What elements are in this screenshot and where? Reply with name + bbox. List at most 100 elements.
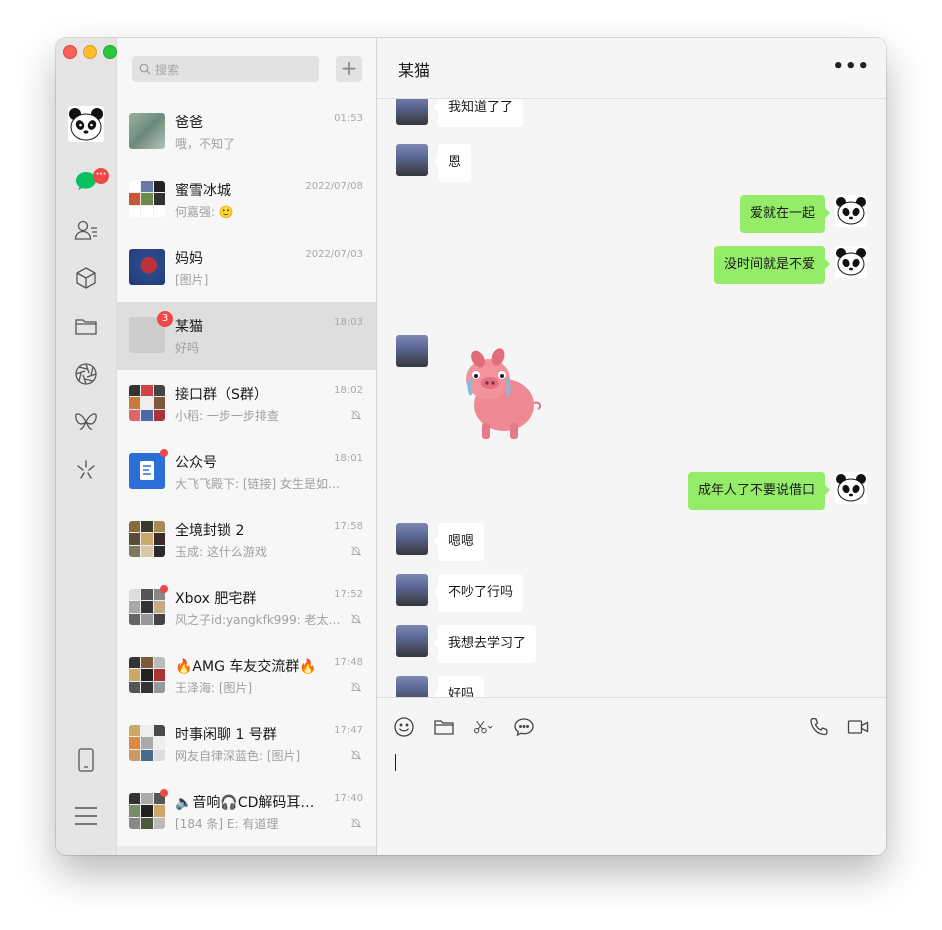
zoom-window-button[interactable]: [103, 45, 117, 59]
message-list: 我知道了了 恩 爱就在一起 没时间就是不爱 成年人了不要说借口 嗯嗯 不吵了行吗…: [377, 99, 886, 697]
sidebar-rail: ···: [56, 38, 117, 855]
message-bubble[interactable]: 我知道了了: [432, 99, 524, 127]
unread-dot: [160, 789, 168, 797]
unread-dot: [160, 585, 168, 593]
conversation-preview: 网友自律深蓝色: [图片]: [175, 749, 301, 763]
avatar: [129, 589, 165, 625]
avatar[interactable]: [396, 99, 428, 125]
conversation-time: 17:48: [334, 657, 363, 668]
conversation-time: 01:53: [334, 113, 363, 124]
avatar[interactable]: [396, 574, 428, 606]
avatar[interactable]: [396, 144, 428, 176]
chat-title: 某猫: [398, 61, 431, 80]
conversation-name: 妈妈: [175, 251, 203, 267]
conversation-preview: 大飞飞殿下: [链接] 女生是如何…: [175, 477, 345, 491]
phone-call-icon[interactable]: [808, 716, 830, 738]
mute-bell-icon: [350, 410, 362, 420]
conversation-time: 17:40: [334, 793, 363, 804]
conversation-name: 爸爸: [175, 115, 203, 131]
add-button[interactable]: +: [336, 56, 362, 82]
avatar[interactable]: [835, 246, 867, 278]
unread-dot: [160, 449, 168, 457]
chat-header: 某猫 •••: [377, 38, 886, 99]
chat-unread-badge: ···: [93, 168, 109, 184]
conversation-preview: 小稻: 一步一步排查: [175, 409, 279, 423]
list-item[interactable]: 蜜雪冰城 何嘉强: 🙂 2022/07/08: [117, 166, 376, 234]
conversation-preview: [图片]: [175, 273, 209, 287]
avatar: [129, 113, 165, 149]
avatar: [129, 385, 165, 421]
avatar: [129, 793, 165, 829]
conversation-time: 2022/07/08: [305, 181, 363, 192]
message-bubble[interactable]: 嗯嗯: [432, 523, 485, 561]
avatar[interactable]: [396, 523, 428, 555]
moments-aperture-icon[interactable]: [73, 361, 99, 387]
list-item-selected[interactable]: 3 某猫 好吗 18:03: [117, 302, 376, 370]
mute-bell-icon: [350, 546, 362, 556]
minimize-window-button[interactable]: [83, 45, 97, 59]
message-bubble[interactable]: 好吗: [432, 676, 485, 697]
list-item[interactable]: 爸爸 哦，不知了 01:53: [117, 98, 376, 166]
mute-bell-icon: [350, 818, 362, 828]
message-bubble[interactable]: 不吵了行吗: [432, 574, 524, 612]
text-input-caret[interactable]: [395, 754, 396, 771]
message-composer: [377, 697, 886, 855]
mute-bell-icon: [350, 614, 362, 624]
avatar[interactable]: [396, 625, 428, 657]
conversation-name: 接口群（S群）: [175, 387, 268, 403]
avatar[interactable]: [835, 195, 867, 227]
close-window-button[interactable]: [63, 45, 77, 59]
message-bubble[interactable]: 我想去学习了: [432, 625, 537, 663]
list-item[interactable]: 接口群（S群） 小稻: 一步一步排查 18:02: [117, 370, 376, 438]
avatar[interactable]: [396, 676, 428, 697]
favorites-cube-icon[interactable]: [73, 265, 99, 291]
list-item[interactable]: 🔈音响🎧CD解码耳… [184 条] E: 有道理 17:40: [117, 778, 376, 846]
files-folder-icon[interactable]: [73, 313, 99, 339]
conversation-time: 2022/07/03: [305, 249, 363, 260]
search-placeholder: 搜索: [155, 62, 180, 77]
search-input[interactable]: 搜索: [132, 56, 319, 82]
channels-icon[interactable]: [73, 457, 99, 483]
avatar[interactable]: [835, 472, 867, 504]
conversation-preview: [184 条] E: 有道理: [175, 817, 279, 831]
list-item[interactable]: 公众号 大飞飞殿下: [链接] 女生是如何… 18:01: [117, 438, 376, 506]
scissors-icon[interactable]: [473, 716, 503, 738]
search-bar: 搜索 +: [117, 38, 376, 98]
chat-bubble-icon[interactable]: [513, 716, 535, 738]
message-bubble[interactable]: 爱就在一起: [739, 195, 831, 233]
contacts-icon[interactable]: [73, 217, 99, 243]
menu-icon[interactable]: [73, 803, 99, 829]
conversation-preview: 玉成: 这什么游戏: [175, 545, 267, 559]
conversation-preview: 何嘉强: 🙂: [175, 205, 234, 219]
list-item[interactable]: 妈妈 [图片] 2022/07/03: [117, 234, 376, 302]
my-avatar[interactable]: [68, 106, 104, 142]
avatar: [129, 249, 165, 285]
list-item[interactable]: Xbox 肥宅群 风之子id:yangkfk999: 老太… 17:52: [117, 574, 376, 642]
avatar[interactable]: [396, 335, 428, 367]
emoji-icon[interactable]: [393, 716, 415, 738]
list-item[interactable]: 全境封锁 2 玉成: 这什么游戏 17:58: [117, 506, 376, 574]
mini-programs-icon[interactable]: [73, 409, 99, 435]
conversation-time: 18:03: [334, 317, 363, 328]
conversation-time: 17:47: [334, 725, 363, 736]
conversation-name: 🔥AMG 车友交流群🔥: [175, 659, 317, 675]
conversation-preview: 哦，不知了: [175, 137, 236, 151]
conversation-name: 蜜雪冰城: [175, 183, 231, 199]
message-bubble[interactable]: 没时间就是不爱: [713, 246, 831, 284]
crying-pig-sticker[interactable]: [456, 345, 546, 445]
video-call-icon[interactable]: [847, 716, 869, 738]
conversation-time: 18:02: [334, 385, 363, 396]
phone-icon[interactable]: [73, 747, 99, 773]
avatar: [129, 725, 165, 761]
list-item[interactable]: 🔥AMG 车友交流群🔥 王泽海: [图片] 17:48: [117, 642, 376, 710]
message-bubble[interactable]: 成年人了不要说借口: [687, 472, 831, 510]
folder-icon[interactable]: [433, 716, 455, 738]
conversation-name: 时事闲聊 1 号群: [175, 727, 277, 743]
mute-bell-icon: [350, 750, 362, 760]
conversation-preview: 风之子id:yangkfk999: 老太…: [175, 613, 341, 627]
avatar: [129, 453, 165, 489]
list-item[interactable]: 时事闲聊 1 号群 网友自律深蓝色: [图片] 17:47: [117, 710, 376, 778]
conversation-time: 18:01: [334, 453, 363, 464]
more-options-button[interactable]: •••: [832, 56, 870, 77]
message-bubble[interactable]: 恩: [432, 144, 472, 182]
